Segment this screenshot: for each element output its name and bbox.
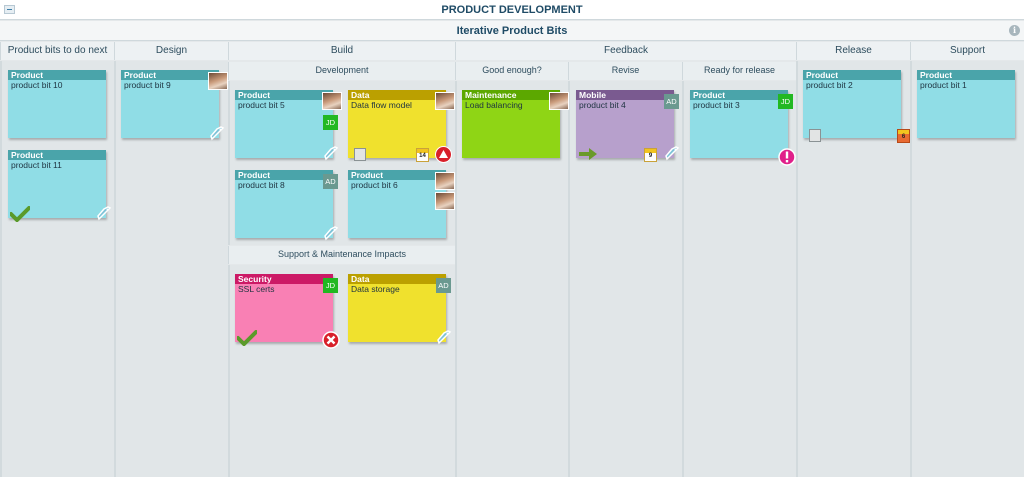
assignee-badge: AD [664,94,679,109]
board-title: PRODUCT DEVELOPMENT [441,4,583,16]
checkmark-icon [237,330,257,346]
card-type: Mobile [576,90,674,100]
card-text: Load balancing [465,100,523,110]
calendar-icon[interactable]: 9 [644,148,657,162]
card-type: Product [235,90,333,100]
avatar [435,172,455,190]
tag-icon[interactable] [209,126,225,142]
card-product-bit-5[interactable]: Product product bit 5 JD [235,90,342,161]
calculator-icon [354,148,366,161]
cancel-icon [322,331,340,349]
assignee-badge: JD [323,278,338,293]
checkmark-icon [10,206,30,222]
assignee-badge: JD [778,94,793,109]
tag-icon[interactable] [323,226,339,242]
card-type: Product [348,170,446,180]
card-type: Data [348,90,446,100]
card-product-bit-11[interactable]: Product product bit 11 [8,150,112,222]
alert-icon [778,148,796,166]
card-product-bit-4[interactable]: Mobile product bit 4 AD 9 [576,90,680,162]
info-icon[interactable]: i [1009,25,1020,36]
card-text: product bit 1 [920,80,967,90]
subcolumn-ready-for-release[interactable]: Ready for release [682,62,796,80]
card-product-bit-9[interactable]: Product product bit 9 [121,70,228,141]
card-text: product bit 2 [806,80,853,90]
column-feedback[interactable]: Feedback [455,42,796,60]
card-type: Product [235,170,333,180]
card-type: Product [917,70,1015,80]
card-text: Data storage [351,284,400,294]
subcolumn-revise[interactable]: Revise [568,62,682,80]
arrow-right-icon [579,148,597,160]
card-text: product bit 6 [351,180,398,190]
card-product-bit-1[interactable]: Product product bit 1 [917,70,1015,138]
assignee-badge: AD [436,278,451,293]
card-type: Product [8,70,106,80]
tag-icon[interactable] [436,330,452,346]
card-type: Product [121,70,219,80]
card-product-bit-2[interactable]: Product product bit 2 6 [803,70,910,143]
avatar [322,92,342,110]
card-type: Data [348,274,446,284]
subcolumn-good-enough[interactable]: Good enough? [455,62,568,80]
card-product-bit-10[interactable]: Product product bit 10 [8,70,106,138]
tag-icon[interactable] [664,146,680,162]
card-product-bit-3[interactable]: Product product bit 3 JD [690,90,796,166]
card-product-bit-8[interactable]: Product product bit 8 AD [235,170,339,241]
due-date: 6 [901,134,906,140]
avatar [435,92,455,110]
avatar [435,192,455,210]
card-ssl-certs[interactable]: Security SSL certs JD [235,274,340,349]
card-type: Product [690,90,788,100]
board-subtitle: Iterative Product Bits [456,25,568,37]
calendar-icon[interactable]: 14 [416,148,429,162]
assignee-badge: JD [323,115,338,130]
subcolumn-development[interactable]: Development [228,62,455,80]
card-data-flow-model[interactable]: Data Data flow model 14 [348,90,455,163]
column-support[interactable]: Support [910,42,1024,60]
column-design[interactable]: Design [114,42,228,60]
card-text: product bit 3 [693,100,740,110]
column-build[interactable]: Build [228,42,455,60]
card-type: Security [235,274,333,284]
avatar [549,92,569,110]
card-text: product bit 10 [11,80,63,90]
calculator-icon [809,129,821,142]
due-date: 14 [419,153,426,159]
column-todo[interactable]: Product bits to do next [0,42,114,60]
card-text: SSL certs [238,284,275,294]
card-text: Data flow model [351,100,412,110]
card-data-storage[interactable]: Data Data storage AD [348,274,452,345]
assignee-badge: AD [323,174,338,189]
tag-icon[interactable] [323,146,339,162]
due-date: 9 [648,153,653,159]
card-text: product bit 9 [124,80,171,90]
card-text: product bit 11 [11,160,62,170]
card-type: Product [803,70,901,80]
card-load-balancing[interactable]: Maintenance Load balancing [462,90,569,158]
tag-icon[interactable] [96,206,112,222]
calendar-icon[interactable]: 6 [897,129,910,143]
avatar [208,72,228,90]
card-type: Product [8,150,106,160]
card-product-bit-6[interactable]: Product product bit 6 [348,170,455,238]
column-release[interactable]: Release [796,42,910,60]
card-type: Maintenance [462,90,560,100]
card-text: product bit 5 [238,100,285,110]
subcolumn-support-impacts[interactable]: Support & Maintenance Impacts [228,246,455,264]
card-text: product bit 8 [238,180,285,190]
card-text: product bit 4 [579,100,626,110]
warning-up-icon [435,146,452,163]
